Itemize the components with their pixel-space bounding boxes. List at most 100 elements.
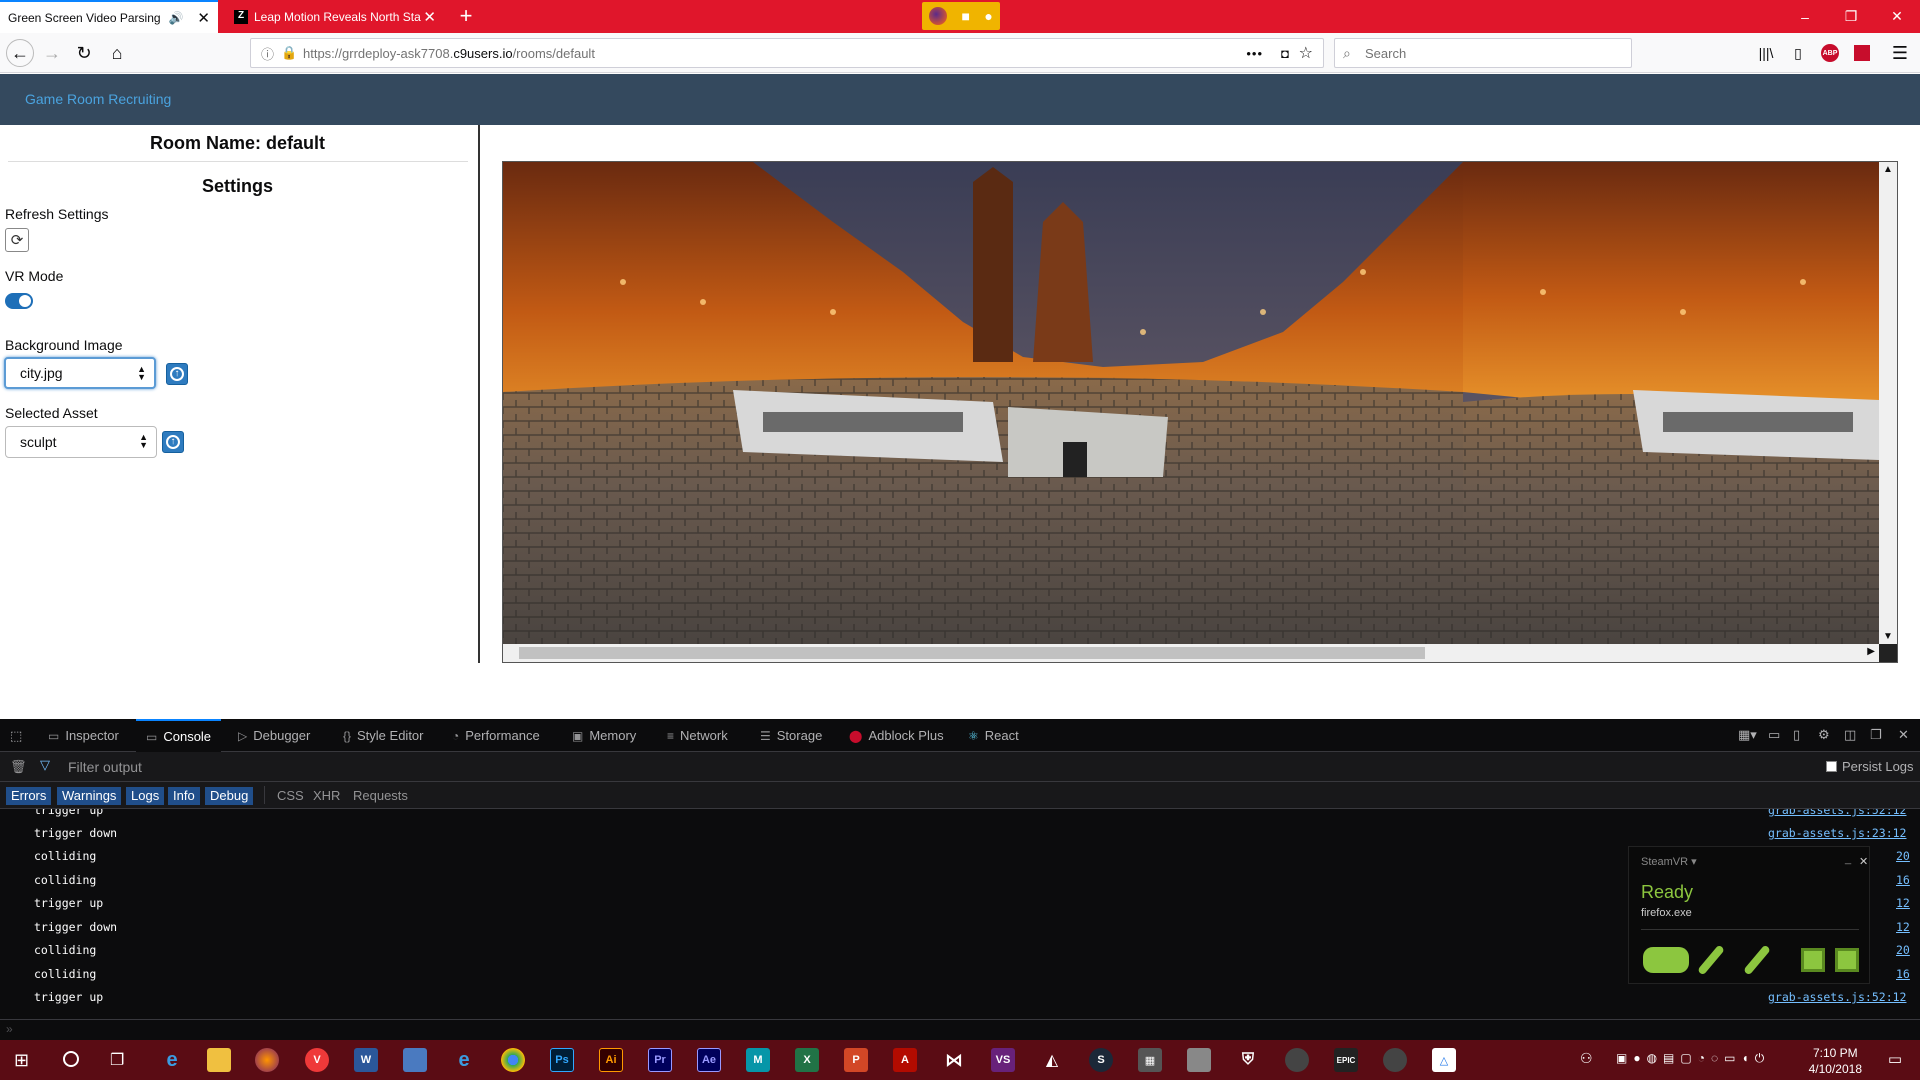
tab-storage[interactable]: ☰ Storage (760, 719, 822, 752)
steamvr-close-icon[interactable]: ✕ (1859, 855, 1868, 868)
steamvr-minimize-icon[interactable]: _ (1845, 853, 1851, 865)
source-link[interactable]: 16 (1896, 873, 1910, 887)
steamvr-window[interactable]: SteamVR ▾ _ ✕ Ready firefox.exe (1628, 846, 1870, 984)
brand-link[interactable]: Game Room Recruiting (25, 91, 171, 107)
firefox-taskbar-icon[interactable] (255, 1048, 279, 1072)
task-view-icon[interactable]: ❐ (110, 1050, 124, 1070)
illustrator-icon[interactable]: Ai (599, 1048, 623, 1072)
source-link[interactable]: grab-assets.js:23:12 (1768, 826, 1906, 840)
steamvr-title[interactable]: SteamVR ▾ (1641, 855, 1697, 868)
shield-icon[interactable]: ⛨ (1236, 1048, 1260, 1072)
tab-debugger[interactable]: ▷ Debugger (238, 719, 310, 752)
background-image-select[interactable]: city.jpg ▲ ▼ (4, 357, 156, 389)
close-icon[interactable]: ✕ (423, 8, 436, 26)
vivaldi-icon[interactable]: V (305, 1048, 329, 1072)
filter-css[interactable]: CSS (272, 787, 309, 805)
page-actions-icon[interactable]: ••• (1246, 46, 1263, 61)
vr-scene-viewer[interactable]: ▲ ▼ ▶ (502, 161, 1898, 663)
minimize-button[interactable]: – (1782, 0, 1828, 33)
network-app-icon[interactable] (403, 1048, 427, 1072)
steam-icon[interactable]: S (1089, 1048, 1113, 1072)
filter-debug[interactable]: Debug (205, 787, 254, 805)
restore-button[interactable]: ❐ (1828, 0, 1874, 33)
element-picker-icon[interactable]: ⬚ (10, 728, 22, 744)
chrome-icon[interactable] (501, 1048, 525, 1072)
powerpoint-icon[interactable]: P (844, 1048, 868, 1072)
tab-style-editor[interactable]: {} Style Editor (343, 719, 424, 752)
tab-performance[interactable]: ◔ Performance (452, 719, 540, 752)
filter-xhr[interactable]: XHR (308, 787, 345, 805)
visual-studio-icon[interactable]: ⋈ (942, 1048, 966, 1072)
separate-window-icon[interactable]: ❐ (1870, 727, 1882, 743)
bookmark-star-icon[interactable]: ☆ (1299, 43, 1313, 63)
back-button[interactable]: ← (6, 39, 34, 67)
screenshot-icon[interactable]: ▯ (1793, 727, 1800, 743)
word-icon[interactable]: W (354, 1048, 378, 1072)
settings-gear-icon[interactable]: ⚙ (1818, 727, 1830, 743)
filter-info[interactable]: Info (168, 787, 200, 805)
calculator-icon[interactable]: ▦ (1138, 1048, 1162, 1072)
drive-icon[interactable]: △ (1432, 1048, 1456, 1072)
scroll-right-icon[interactable]: ▶ (1867, 646, 1875, 657)
filter-requests[interactable]: Requests (348, 787, 413, 805)
vertical-scrollbar[interactable]: ▲ ▼ (1879, 162, 1897, 644)
pocket-icon[interactable]: ◘ (1281, 46, 1289, 61)
tab-adblock-plus[interactable]: ⬤ Adblock Plus (849, 719, 944, 752)
media-sharing-indicator[interactable]: ■ ● (922, 2, 1000, 30)
scroll-down-icon[interactable]: ▼ (1883, 631, 1893, 642)
extension-icon[interactable] (1848, 39, 1876, 67)
close-icon[interactable]: ✕ (197, 9, 210, 27)
tab-react[interactable]: ⚛ React (968, 719, 1019, 752)
source-link[interactable]: 12 (1896, 920, 1910, 934)
filter-errors[interactable]: Errors (6, 787, 52, 805)
filter-logs[interactable]: Logs (126, 787, 165, 805)
source-link[interactable]: grab-assets.js:52:12 (1768, 809, 1906, 817)
sidebar-icon[interactable]: ▯ (1784, 39, 1812, 67)
edge-icon[interactable]: e (160, 1048, 184, 1072)
horizontal-scrollbar[interactable]: ▶ (503, 644, 1879, 662)
tab-inspector[interactable]: ▭ Inspector (48, 719, 119, 752)
excel-icon[interactable]: X (795, 1048, 819, 1072)
tray-icons[interactable]: ▣●◍▤▢◔◌▭◖⏻ (1616, 1051, 1770, 1066)
tab-network[interactable]: ≡ Network (667, 719, 728, 752)
menu-icon[interactable]: ☰ (1886, 39, 1914, 67)
system-clock[interactable]: 7:10 PM 4/10/2018 (1809, 1045, 1862, 1077)
search-bar[interactable]: ⌕ Search (1334, 38, 1632, 68)
window-close-button[interactable]: ✕ (1874, 0, 1920, 33)
upload-asset-button[interactable]: ↑ (162, 431, 184, 453)
source-link[interactable]: 12 (1896, 896, 1910, 910)
source-link[interactable]: 16 (1896, 967, 1910, 981)
frame-select-icon[interactable]: ▦▾ (1738, 727, 1757, 743)
info-icon[interactable]: ⓘ (261, 44, 274, 63)
filter-warnings[interactable]: Warnings (57, 787, 122, 805)
tab-green-screen[interactable]: Green Screen Video Parsing 🔊 ✕ (0, 0, 218, 33)
home-button[interactable]: ⌂ (103, 39, 131, 67)
people-icon[interactable]: ⚇ (1580, 1050, 1593, 1067)
epic-games-icon[interactable]: EPIC (1334, 1048, 1358, 1072)
persist-logs-checkbox[interactable] (1826, 761, 1837, 772)
refresh-settings-button[interactable]: ⟳ (5, 228, 29, 252)
speaker-icon[interactable]: 🔊 (169, 11, 184, 25)
tab-memory[interactable]: ▣ Memory (572, 719, 636, 752)
trash-icon[interactable]: 🗑 (10, 759, 27, 775)
scroll-up-icon[interactable]: ▲ (1883, 164, 1893, 175)
source-link[interactable]: 20 (1896, 943, 1910, 957)
reload-button[interactable]: ↻ (70, 39, 98, 67)
after-effects-icon[interactable]: Ae (697, 1048, 721, 1072)
vr-scene-canvas[interactable] (503, 162, 1879, 644)
premiere-icon[interactable]: Pr (648, 1048, 672, 1072)
start-icon[interactable]: ⊞ (14, 1050, 29, 1071)
url-bar[interactable]: ⓘ 🔒 https://grrdeploy-ask7708.c9users.io… (250, 38, 1324, 68)
adblock-icon[interactable]: ABP (1816, 39, 1844, 67)
tab-leap-motion[interactable]: Z Leap Motion Reveals North Sta ✕ (226, 0, 444, 33)
selected-asset-select[interactable]: sculpt ▲ ▼ (5, 426, 157, 458)
library-icon[interactable]: |||\ (1752, 39, 1780, 67)
vr-app-icon-2[interactable] (1383, 1048, 1407, 1072)
forward-button[interactable]: → (38, 39, 66, 67)
close-devtools-icon[interactable]: ✕ (1898, 727, 1909, 743)
scrollbar-thumb[interactable] (519, 647, 1425, 659)
responsive-icon[interactable]: ▭ (1768, 727, 1780, 743)
console-input[interactable]: » (0, 1019, 1920, 1040)
file-explorer-icon[interactable] (207, 1048, 231, 1072)
photoshop-icon[interactable]: Ps (550, 1048, 574, 1072)
